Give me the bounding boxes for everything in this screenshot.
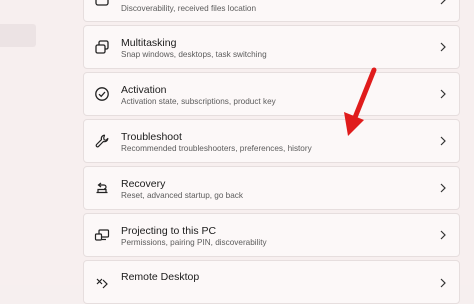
settings-item-recovery[interactable]: Recovery Reset, advanced startup, go bac…: [83, 166, 460, 210]
chevron-right-icon: [439, 183, 447, 193]
projecting-icon: [94, 227, 110, 243]
settings-item-remote-desktop[interactable]: Remote Desktop: [83, 260, 460, 304]
sidebar: [0, 0, 70, 285]
settings-item-activation[interactable]: Activation Activation state, subscriptio…: [83, 72, 460, 116]
settings-item-title: Recovery: [121, 178, 166, 190]
settings-item-title: Multitasking: [121, 37, 177, 49]
settings-item-subtitle: Discoverability, received files location: [121, 4, 256, 13]
chevron-right-icon: [439, 42, 447, 52]
sidebar-selected-item[interactable]: [0, 24, 36, 47]
settings-item-multitasking[interactable]: Multitasking Snap windows, desktops, tas…: [83, 25, 460, 69]
settings-item-title: Projecting to this PC: [121, 225, 217, 237]
settings-item-subtitle: Reset, advanced startup, go back: [121, 191, 243, 200]
settings-item-subtitle: Snap windows, desktops, task switching: [121, 50, 267, 59]
chevron-right-icon: [439, 0, 447, 5]
chevron-right-icon: [439, 89, 447, 99]
settings-item-troubleshoot[interactable]: Troubleshoot Recommended troubleshooters…: [83, 119, 460, 163]
settings-item-nearby-sharing[interactable]: Discoverability, received files location: [83, 0, 460, 22]
devices-icon: [94, 0, 110, 8]
chevron-right-icon: [439, 230, 447, 240]
multitasking-icon: [94, 39, 110, 55]
chevron-right-icon: [439, 278, 447, 288]
settings-item-subtitle: Activation state, subscriptions, product…: [121, 97, 276, 106]
settings-item-subtitle: Permissions, pairing PIN, discoverabilit…: [121, 238, 267, 247]
settings-item-title: Remote Desktop: [121, 271, 200, 283]
settings-item-title: Troubleshoot: [121, 131, 182, 143]
settings-window: Discoverability, received files location…: [0, 0, 474, 304]
recovery-icon: [94, 180, 110, 196]
chevron-right-icon: [439, 136, 447, 146]
settings-item-projecting[interactable]: Projecting to this PC Permissions, pairi…: [83, 213, 460, 257]
wrench-icon: [94, 133, 110, 149]
activation-check-icon: [94, 86, 110, 102]
settings-item-subtitle: Recommended troubleshooters, preferences…: [121, 144, 312, 153]
settings-item-title: Activation: [121, 84, 167, 96]
remote-desktop-icon: [94, 277, 110, 293]
